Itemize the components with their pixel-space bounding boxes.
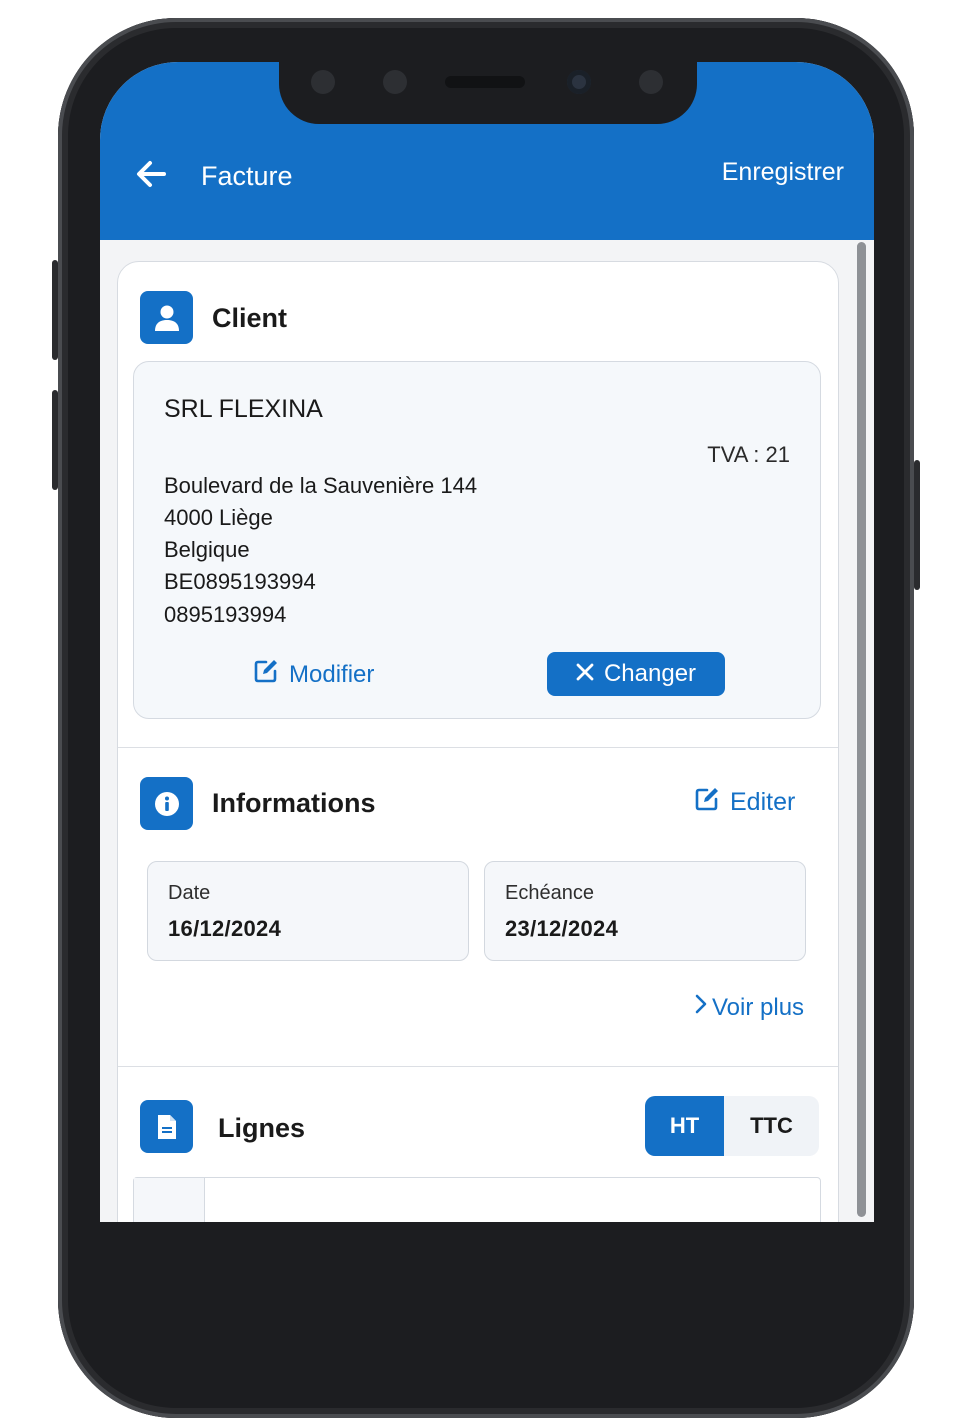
- back-arrow-icon[interactable]: [134, 158, 170, 190]
- phone-side-button: [52, 260, 58, 360]
- informations-section-title: Informations: [212, 788, 376, 818]
- date-value: 16/12/2024: [168, 916, 282, 941]
- client-details: SRL FLEXINA TVA : 21 Boulevard de la Sau…: [133, 361, 821, 719]
- client-tva: TVA : 21: [707, 442, 790, 467]
- edit-icon: [253, 658, 279, 691]
- see-more-link[interactable]: Voir plus: [694, 993, 804, 1022]
- phone-side-button: [52, 390, 58, 490]
- modify-client-label: Modifier: [289, 660, 375, 688]
- save-button[interactable]: Enregistrer: [722, 158, 844, 187]
- date-label: Date: [168, 882, 211, 904]
- lignes-section-title: Lignes: [218, 1113, 306, 1143]
- client-name: SRL FLEXINA: [164, 395, 323, 423]
- due-date-label: Echéance: [505, 882, 594, 904]
- date-field[interactable]: Date 16/12/2024: [147, 861, 469, 961]
- phone-notch: [279, 54, 697, 124]
- sensor-dot: [639, 70, 663, 94]
- toggle-ht[interactable]: HT: [645, 1096, 724, 1156]
- modify-client-button[interactable]: Modifier: [253, 658, 374, 691]
- client-address-line: Boulevard de la Sauvenière 144: [164, 473, 478, 498]
- sensor-dot: [311, 70, 335, 94]
- phone-screen: Facture Enregistrer Client SRL FLEXINA T…: [100, 62, 874, 1222]
- client-address-line: 4000 Liège: [164, 505, 273, 530]
- client-vat-number: BE0895193994: [164, 569, 316, 594]
- client-section-title: Client: [212, 303, 288, 333]
- due-date-field[interactable]: Echéance 23/12/2024: [484, 861, 806, 961]
- close-icon: [576, 660, 594, 688]
- change-client-button[interactable]: Changer: [547, 652, 725, 696]
- sensor-dot: [383, 70, 407, 94]
- due-date-value: 23/12/2024: [505, 916, 619, 941]
- section-divider: [118, 1066, 838, 1067]
- toggle-ttc[interactable]: TTC: [724, 1096, 819, 1156]
- section-divider: [118, 747, 838, 748]
- scrollbar[interactable]: [857, 242, 866, 1217]
- front-camera: [567, 70, 591, 94]
- client-address-line: Belgique: [164, 537, 250, 562]
- edit-informations-label: Editer: [730, 788, 796, 816]
- client-company-number: 0895193994: [164, 602, 287, 627]
- chevron-right-icon: [694, 993, 708, 1022]
- edit-informations-button[interactable]: Editer: [694, 786, 795, 819]
- phone-side-button: [914, 460, 920, 590]
- change-client-label: Changer: [603, 660, 697, 687]
- edit-icon: [694, 786, 720, 819]
- earpiece-speaker: [445, 76, 525, 88]
- see-more-label: Voir plus: [712, 993, 805, 1021]
- lines-table-column: [134, 1178, 205, 1222]
- price-mode-toggle: HT TTC: [645, 1096, 819, 1156]
- document-icon: [140, 1100, 193, 1153]
- page-title: Facture: [201, 161, 293, 191]
- info-icon: [140, 777, 193, 830]
- person-icon: [140, 291, 193, 344]
- invoice-card: Client SRL FLEXINA TVA : 21 Boulevard de…: [117, 261, 839, 1222]
